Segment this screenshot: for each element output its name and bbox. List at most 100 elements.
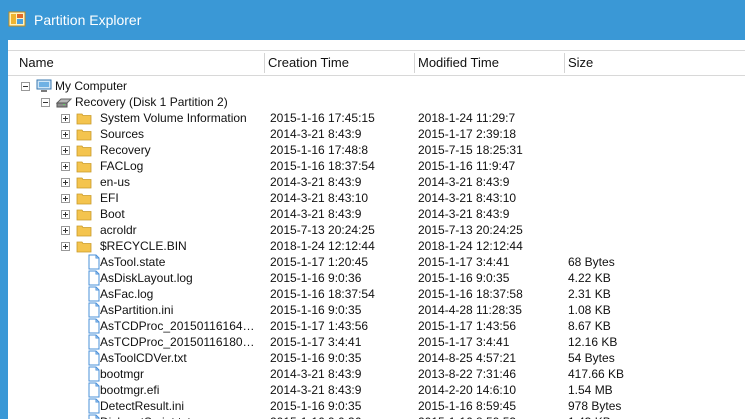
item-creation-time: 2015-1-16 9:0:36 (270, 414, 361, 419)
partition-explorer-app-icon (8, 11, 26, 27)
item-creation-time: 2015-1-17 1:20:45 (270, 255, 369, 269)
item-size: 54 Bytes (568, 351, 615, 365)
tree-node-folder[interactable]: System Volume Information 2015-1-16 17:45… (8, 110, 745, 126)
folder-icon (76, 193, 92, 205)
disk-drive-icon (56, 98, 72, 108)
column-header-creation-time[interactable]: Creation Time (265, 51, 414, 75)
partition-explorer-panel: Name Creation Time Modified Time Size My… (8, 40, 745, 419)
folder-icon (76, 113, 92, 125)
item-name: System Volume Information (100, 111, 247, 125)
folder-icon (76, 241, 92, 253)
item-size: 2.31 KB (568, 287, 611, 301)
item-name: $RECYCLE.BIN (100, 239, 187, 253)
item-modified-time: 2014-3-21 8:43:10 (418, 191, 517, 205)
tree-node-folder[interactable]: Recovery 2015-1-16 17:48:8 2015-7-15 18:25… (8, 142, 745, 158)
file-tree: My Computer Recovery (Disk 1 Partition 2… (8, 76, 745, 419)
item-modified-time: 2014-2-20 14:6:10 (418, 383, 517, 397)
item-modified-time: 2015-7-13 20:24:25 (418, 223, 523, 237)
tree-node-my-computer[interactable]: My Computer (8, 78, 745, 94)
tree-node-file[interactable]: bootmgr.efi 2014-3-21 8:43:9 2014-2-20 14:… (8, 382, 745, 398)
item-modified-time: 2015-1-17 1:43:56 (418, 319, 517, 333)
expand-toggle-icon[interactable] (61, 130, 70, 139)
expand-toggle-icon[interactable] (61, 242, 70, 251)
item-modified-time: 2014-3-21 8:43:9 (418, 207, 510, 221)
tree-node-file[interactable]: AsDiskLayout.log 2015-1-16 9:0:36 2015-1-1… (8, 270, 745, 286)
folder-icon (76, 177, 92, 189)
item-modified-time: 2015-1-16 8:59:53 (418, 414, 516, 419)
tree-node-partition[interactable]: Recovery (Disk 1 Partition 2) (8, 94, 745, 110)
item-modified-time: 2018-1-24 11:29:7 (418, 111, 516, 125)
item-name: DetectResult.ini (100, 399, 185, 413)
item-size: 417.66 KB (568, 367, 625, 381)
item-modified-time: 2014-8-25 4:57:21 (418, 351, 517, 365)
expand-toggle-icon[interactable] (61, 162, 70, 171)
window-title: Partition Explorer (34, 12, 142, 28)
expand-toggle-icon[interactable] (61, 226, 70, 235)
tree-node-label: My Computer (55, 79, 128, 93)
tree-node-file[interactable]: AsToolCDVer.txt 2015-1-16 9:0:35 2014-8-25… (8, 350, 745, 366)
tree-node-file[interactable]: AsFac.log 2015-1-16 18:37:54 2015-1-16 18:… (8, 286, 745, 302)
tree-node-file[interactable]: AsTCDProc_20150116180… 2015-1-17 3:4:41 20… (8, 334, 745, 350)
item-creation-time: 2018-1-24 12:12:44 (270, 239, 375, 253)
item-name: AsPartition.ini (100, 303, 174, 317)
item-name: AsFac.log (100, 287, 154, 301)
item-size: 12.16 KB (568, 335, 618, 349)
item-creation-time: 2014-3-21 8:43:9 (270, 207, 362, 221)
item-name: FACLog (100, 159, 144, 173)
tree-node-file[interactable]: bootmgr 2014-3-21 8:43:9 2013-8-22 7:31:46… (8, 366, 745, 382)
item-name: DiskpartScript.txt (100, 414, 264, 419)
item-creation-time: 2015-1-16 9:0:35 (270, 303, 362, 317)
tree-node-folder[interactable]: EFI 2014-3-21 8:43:10 2014-3-21 8:43:10 (8, 190, 745, 206)
item-modified-time: 2014-3-21 8:43:9 (418, 175, 510, 189)
item-name: en-us (100, 175, 131, 189)
item-size: 1.08 KB (568, 303, 611, 317)
collapse-toggle-icon[interactable] (21, 82, 30, 91)
item-modified-time: 2015-7-15 18:25:31 (418, 143, 523, 157)
tree-node-folder[interactable]: $RECYCLE.BIN 2018-1-24 12:12:44 2018-1-24 … (8, 238, 745, 254)
column-header-modified-time[interactable]: Modified Time (415, 51, 564, 75)
item-creation-time: 2015-1-17 3:4:41 (270, 335, 362, 349)
item-size: 1.43 KB (568, 414, 611, 419)
expand-toggle-icon[interactable] (61, 146, 70, 155)
column-header-name[interactable]: Name (16, 51, 264, 75)
item-creation-time: 2015-1-16 18:37:54 (270, 287, 375, 301)
item-modified-time: 2015-1-16 11:9:47 (418, 159, 516, 173)
expand-toggle-icon[interactable] (61, 178, 70, 187)
column-header: Name Creation Time Modified Time Size (8, 50, 745, 76)
item-name: acroldr (100, 223, 137, 237)
item-name: bootmgr (100, 367, 145, 381)
folder-icon (76, 225, 92, 237)
tree-node-file[interactable]: AsTCDProc_20150116164… 2015-1-17 1:43:56 2… (8, 318, 745, 334)
tree-node-file[interactable]: DetectResult.ini 2015-1-16 9:0:35 2015-1-1… (8, 398, 745, 414)
item-creation-time: 2015-1-16 17:45:15 (270, 111, 375, 125)
collapse-toggle-icon[interactable] (41, 98, 50, 107)
expand-toggle-icon[interactable] (61, 114, 70, 123)
folder-icon (76, 209, 92, 221)
expand-toggle-icon[interactable] (61, 194, 70, 203)
tree-node-folder[interactable]: en-us 2014-3-21 8:43:9 2014-3-21 8:43:9 (8, 174, 745, 190)
tree-node-file[interactable]: DiskpartScript.txt 2015-1-16 9:0:36 2015-1… (8, 414, 745, 419)
tree-node-folder[interactable]: Boot 2014-3-21 8:43:9 2014-3-21 8:43:9 (8, 206, 745, 222)
item-name: AsTCDProc_20150116164… (100, 319, 255, 333)
computer-icon (36, 79, 52, 92)
item-modified-time: 2015-1-16 8:59:45 (418, 399, 517, 413)
folder-icon (76, 161, 92, 173)
item-size: 68 Bytes (568, 255, 615, 269)
item-name: Sources (100, 127, 145, 141)
tree-node-file[interactable]: AsTool.state 2015-1-17 1:20:45 2015-1-17 3… (8, 254, 745, 270)
tree-node-folder[interactable]: Sources 2014-3-21 8:43:9 2015-1-17 2:39:18 (8, 126, 745, 142)
item-name: AsTool.state (100, 255, 166, 269)
item-creation-time: 2015-7-13 20:24:25 (270, 223, 375, 237)
tree-node-folder[interactable]: FACLog 2015-1-16 18:37:54 2015-1-16 11:9:4… (8, 158, 745, 174)
item-creation-time: 2015-1-16 18:37:54 (270, 159, 375, 173)
item-creation-time: 2015-1-16 9:0:35 (270, 351, 362, 365)
item-modified-time: 2015-1-16 18:37:58 (418, 287, 523, 301)
tree-node-folder[interactable]: acroldr 2015-7-13 20:24:25 2015-7-13 20:24… (8, 222, 745, 238)
item-size: 4.22 KB (568, 271, 611, 285)
item-creation-time: 2014-3-21 8:43:9 (270, 367, 362, 381)
item-name: AsTCDProc_20150116180… (100, 335, 255, 349)
expand-toggle-icon[interactable] (61, 210, 70, 219)
tree-node-file[interactable]: AsPartition.ini 2015-1-16 9:0:35 2014-4-28… (8, 302, 745, 318)
column-header-size[interactable]: Size (565, 51, 745, 75)
item-size: 1.54 MB (568, 383, 613, 397)
